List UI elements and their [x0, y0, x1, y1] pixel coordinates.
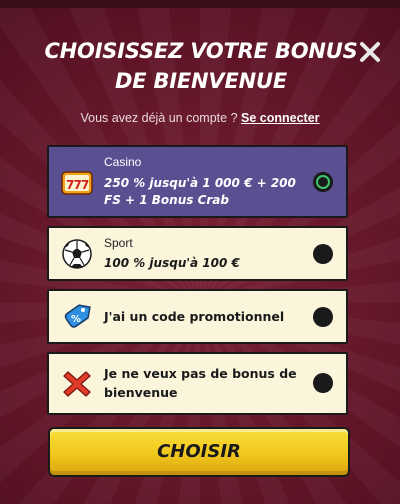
modal-title: CHOISISSEZ VOTRE BONUS DE BIENVENUE: [44, 39, 358, 93]
option-description: 250 % jusqu'à 1 000 € + 200 FS + 1 Bonus…: [104, 176, 296, 207]
svg-text:7: 7: [81, 178, 89, 192]
soccer-ball-icon: [61, 238, 93, 270]
option-text: J'ai un code promotionnel: [104, 309, 285, 324]
option-no-bonus[interactable]: Je ne veux pas de bonus de bienvenue: [47, 352, 348, 415]
option-casino[interactable]: 7 7 7 Casino 250 % jusqu'à 1 000 € + 200…: [47, 145, 348, 218]
option-promo-code[interactable]: % J'ai un code promotionnel: [47, 289, 348, 344]
radio-selected[interactable]: [313, 172, 333, 192]
login-link[interactable]: Se connecter: [241, 111, 320, 125]
option-sport[interactable]: Sport 100 % jusqu'à 100 €: [47, 226, 348, 281]
svg-text:%: %: [71, 314, 81, 325]
option-label: Sport: [104, 236, 133, 250]
option-text: Je ne veux pas de bonus de bienvenue: [104, 366, 297, 400]
account-prompt: Vous avez déjà un compte ? Se connecter: [0, 111, 400, 125]
percent-tag-icon: %: [61, 301, 93, 333]
top-bar: [0, 0, 400, 8]
account-prompt-text: Vous avez déjà un compte ?: [80, 111, 238, 125]
radio-unselected[interactable]: [313, 373, 333, 393]
choose-button[interactable]: CHOISIR: [48, 427, 350, 477]
radio-unselected[interactable]: [313, 244, 333, 264]
close-icon[interactable]: [358, 40, 382, 64]
radio-unselected[interactable]: [313, 307, 333, 327]
red-cross-icon: [61, 368, 93, 400]
slot-777-icon: 7 7 7: [61, 167, 93, 199]
option-description: 100 % jusqu'à 100 €: [104, 256, 240, 270]
option-label: Casino: [104, 155, 142, 169]
